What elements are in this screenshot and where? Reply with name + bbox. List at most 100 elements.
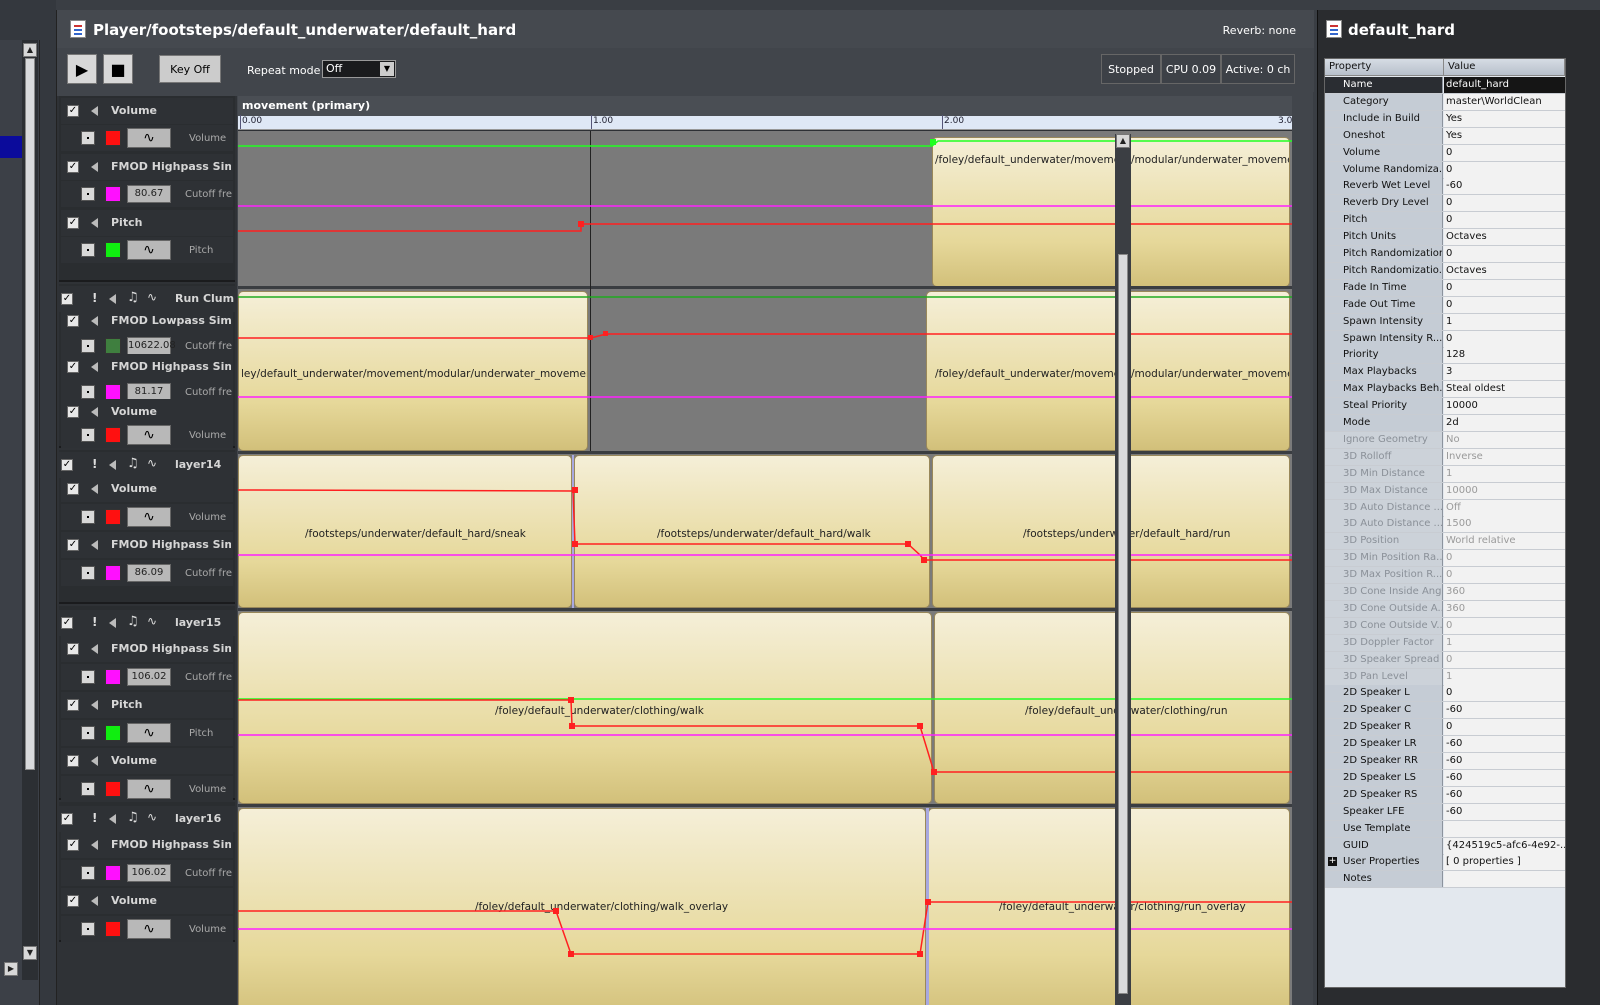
- speaker-icon[interactable]: [109, 814, 116, 824]
- property-value[interactable]: 1: [1444, 313, 1565, 330]
- effect-enable-checkbox[interactable]: ✓: [67, 406, 79, 418]
- layer-enable-checkbox[interactable]: ✓: [61, 813, 73, 825]
- red-curve[interactable]: [238, 489, 1292, 561]
- property-value[interactable]: 0: [1444, 195, 1565, 212]
- speaker-icon[interactable]: [91, 407, 98, 417]
- property-value[interactable]: [ 0 properties ]: [1444, 854, 1565, 871]
- property-row[interactable]: Steal Priority 10000: [1325, 398, 1565, 416]
- lowpass-color-swatch[interactable]: [105, 338, 121, 354]
- property-row[interactable]: Reverb Dry Level 0: [1325, 195, 1565, 213]
- speaker-icon[interactable]: [91, 644, 98, 654]
- highpass-color-swatch[interactable]: [105, 565, 121, 581]
- speaker-icon[interactable]: [109, 460, 116, 470]
- property-row[interactable]: 3D Position World relative: [1325, 533, 1565, 551]
- property-value[interactable]: 10000: [1444, 398, 1565, 415]
- property-row[interactable]: Max Playbacks 3: [1325, 364, 1565, 382]
- property-value[interactable]: 360: [1444, 584, 1565, 600]
- effect-enable-checkbox[interactable]: ✓: [67, 315, 79, 327]
- value-column-header[interactable]: Value: [1444, 59, 1565, 76]
- property-value[interactable]: 0: [1444, 296, 1565, 313]
- effect-enable-checkbox[interactable]: ✓: [67, 839, 79, 851]
- property-row[interactable]: Spawn Intensity 1: [1325, 313, 1565, 331]
- property-value[interactable]: 0: [1444, 144, 1565, 161]
- reset-icon[interactable]: [81, 510, 95, 524]
- music-note-icon[interactable]: ♫: [127, 456, 139, 471]
- property-value[interactable]: 0: [1444, 567, 1565, 584]
- effect-enable-checkbox[interactable]: ✓: [67, 483, 79, 495]
- key-off-button[interactable]: Key Off: [159, 55, 221, 83]
- stop-button[interactable]: ■: [103, 54, 133, 84]
- volume-color-swatch[interactable]: [105, 509, 121, 525]
- property-value[interactable]: Steal oldest: [1444, 381, 1565, 398]
- envelope-curve-button[interactable]: ∿: [127, 779, 171, 799]
- reset-icon[interactable]: [81, 866, 95, 880]
- reset-icon[interactable]: [81, 566, 95, 580]
- repeat-mode-select[interactable]: Off ▼: [322, 60, 396, 78]
- property-value[interactable]: Yes: [1444, 127, 1565, 144]
- layer-enable-checkbox[interactable]: ✓: [61, 459, 73, 471]
- pitch-color-swatch[interactable]: [105, 242, 121, 258]
- property-row[interactable]: Fade Out Time 0: [1325, 296, 1565, 314]
- property-row[interactable]: Fade In Time 0: [1325, 279, 1565, 297]
- timeline-body[interactable]: /foley/default_underwater/movement/modul…: [238, 131, 1292, 1005]
- property-row[interactable]: Spawn Intensity R... 0: [1325, 330, 1565, 348]
- volume-color-swatch[interactable]: [105, 781, 121, 797]
- property-value[interactable]: World relative: [1444, 533, 1565, 550]
- property-row[interactable]: 3D Min Distance 1: [1325, 465, 1565, 483]
- speaker-icon[interactable]: [91, 316, 98, 326]
- property-row[interactable]: User Properties[ 0 properties ] +: [1325, 854, 1565, 872]
- property-row[interactable]: Volume Randomiza... 0: [1325, 161, 1565, 179]
- property-value[interactable]: -60: [1444, 769, 1565, 786]
- property-row[interactable]: 3D Speaker Spread 0: [1325, 651, 1565, 669]
- property-row[interactable]: 3D Auto Distance ... Off: [1325, 499, 1565, 517]
- property-row[interactable]: 2D Speaker C -60: [1325, 702, 1565, 720]
- reset-icon[interactable]: [81, 782, 95, 796]
- priority-icon[interactable]: !: [92, 291, 97, 305]
- speaker-icon[interactable]: [91, 896, 98, 906]
- envelope-curve-button[interactable]: ∿: [127, 425, 171, 445]
- property-row[interactable]: 2D Speaker LS -60: [1325, 769, 1565, 787]
- envelope-curve-button[interactable]: ∿: [127, 919, 171, 939]
- highpass-color-swatch[interactable]: [105, 669, 121, 685]
- speaker-icon[interactable]: [109, 618, 116, 628]
- highpass-color-swatch[interactable]: [105, 865, 121, 881]
- property-row[interactable]: Use Template: [1325, 820, 1565, 838]
- property-value[interactable]: Octaves: [1444, 262, 1565, 279]
- property-value[interactable]: 0: [1444, 279, 1565, 296]
- property-row[interactable]: Reverb Wet Level -60: [1325, 178, 1565, 196]
- property-row[interactable]: 3D Cone Outside V... 0: [1325, 617, 1565, 635]
- property-value[interactable]: -60: [1444, 803, 1565, 820]
- property-row[interactable]: Pitch Units Octaves: [1325, 229, 1565, 247]
- envelope-curve-button[interactable]: ∿: [127, 240, 171, 260]
- cutoff-value-box[interactable]: 86.09: [127, 564, 171, 582]
- green-curve[interactable]: [238, 140, 1292, 147]
- property-value[interactable]: 2d: [1444, 415, 1565, 431]
- priority-icon[interactable]: !: [92, 457, 97, 471]
- envelope-curves[interactable]: [238, 131, 1292, 1005]
- red-curve[interactable]: [238, 901, 1292, 955]
- speaker-icon[interactable]: [91, 700, 98, 710]
- property-row[interactable]: Pitch 0: [1325, 212, 1565, 230]
- envelope-icon[interactable]: ∿: [147, 810, 157, 824]
- property-row[interactable]: Mode 2d: [1325, 415, 1565, 432]
- priority-icon[interactable]: !: [92, 811, 97, 825]
- cutoff-value-box[interactable]: 80.67: [127, 185, 171, 203]
- property-value[interactable]: default_hard: [1444, 77, 1565, 93]
- play-button[interactable]: ▶: [67, 54, 97, 84]
- timeline-scrollbar-thumb[interactable]: [1118, 254, 1128, 994]
- property-row[interactable]: Notes: [1325, 871, 1565, 889]
- property-value[interactable]: Off: [1444, 499, 1565, 516]
- red-curve[interactable]: [238, 223, 1292, 232]
- timeline-view[interactable]: movement (primary) 0.00 1.00 2.00 3.0 /f…: [238, 96, 1292, 1005]
- red-curve[interactable]: [238, 699, 1292, 773]
- reset-icon[interactable]: [81, 385, 95, 399]
- property-row[interactable]: 3D Cone Outside A... 360: [1325, 600, 1565, 618]
- music-note-icon[interactable]: ♫: [127, 614, 139, 629]
- property-row[interactable]: 3D Doppler Factor 1: [1325, 634, 1565, 652]
- pitch-color-swatch[interactable]: [105, 725, 121, 741]
- property-row[interactable]: Include in Build Yes: [1325, 110, 1565, 128]
- effect-enable-checkbox[interactable]: ✓: [67, 217, 79, 229]
- layer-enable-checkbox[interactable]: ✓: [61, 617, 73, 629]
- property-value[interactable]: No: [1444, 431, 1565, 448]
- property-row[interactable]: Category master\WorldClean: [1325, 93, 1565, 111]
